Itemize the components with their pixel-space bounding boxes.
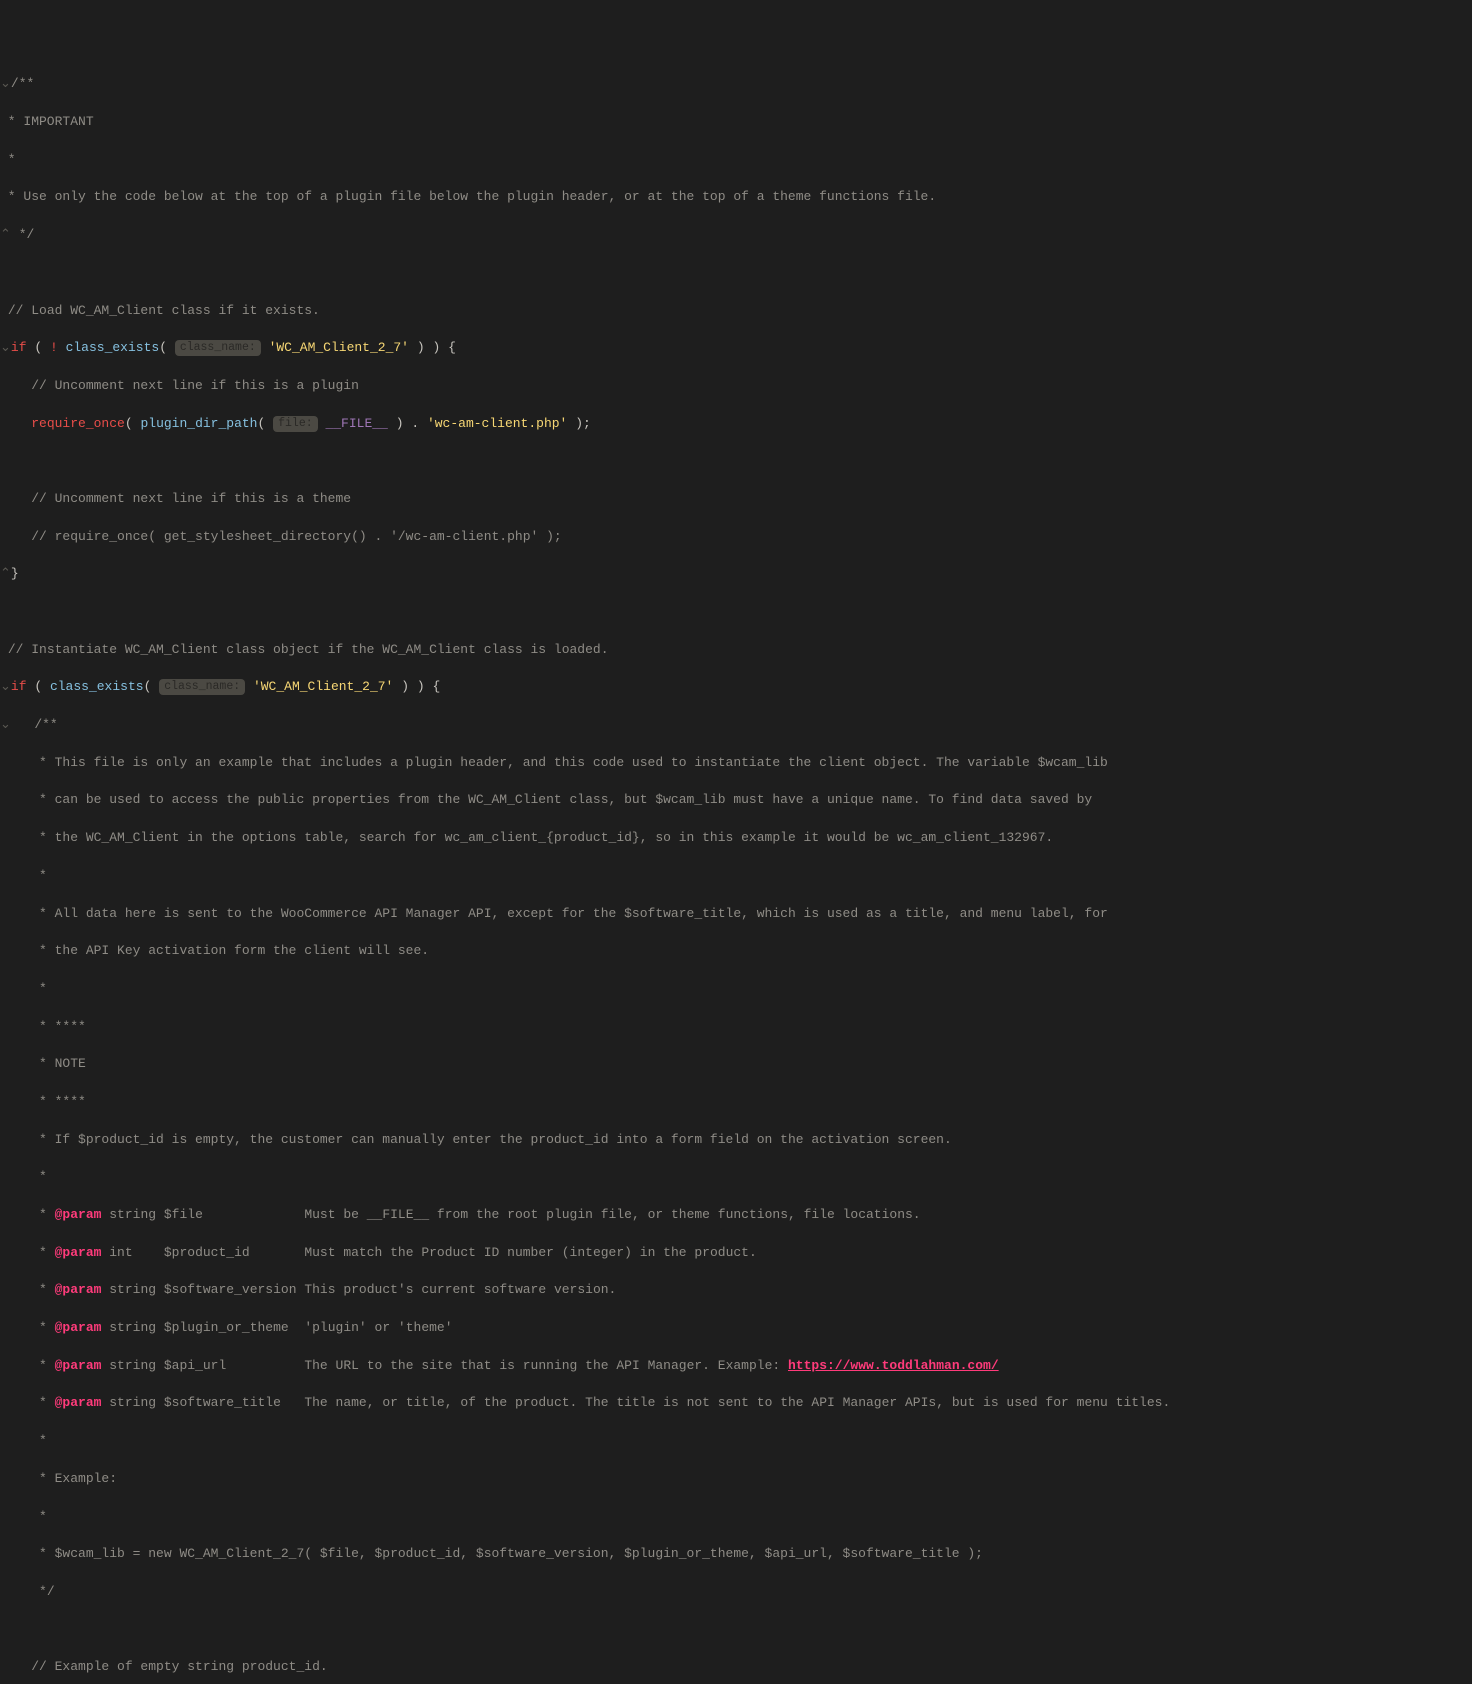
comment-text: * All data here is sent to the WooCommer…	[31, 906, 1108, 921]
param-tag: @param	[55, 1207, 102, 1222]
code-editor[interactable]: ⌄/** * IMPORTANT * * Use only the code b…	[0, 75, 1472, 1684]
string-literal: 'wc-am-client.php'	[427, 416, 567, 431]
comment-text: * ****	[31, 1094, 86, 1109]
param-name: $software_version	[164, 1282, 297, 1297]
param-name: $plugin_or_theme	[164, 1320, 297, 1335]
param-desc: The URL to the site that is running the …	[304, 1358, 788, 1373]
operator-not: !	[50, 340, 58, 355]
string-literal: 'WC_AM_Client_2_7'	[269, 340, 409, 355]
comment-text: * the WC_AM_Client in the options table,…	[31, 830, 1053, 845]
param-tag: @param	[55, 1245, 102, 1260]
comment-text: * Example:	[31, 1471, 117, 1486]
comment-text: *	[31, 981, 47, 996]
string-literal: 'WC_AM_Client_2_7'	[253, 679, 393, 694]
param-tag: @param	[55, 1282, 102, 1297]
comment-text: */	[11, 227, 34, 242]
comment-text: *	[31, 868, 47, 883]
comment-text: * This file is only an example that incl…	[31, 755, 1108, 770]
hint-class-name: class_name:	[175, 340, 261, 356]
comment-text: * Use only the code below at the top of …	[0, 189, 936, 204]
keyword-if: if	[11, 679, 27, 694]
param-tag: @param	[55, 1358, 102, 1373]
comment-line: // require_once( get_stylesheet_director…	[31, 529, 562, 544]
function-call: class_exists	[50, 679, 144, 694]
comment-text: */	[31, 1584, 54, 1599]
param-desc: Must match the Product ID number (intege…	[304, 1245, 756, 1260]
param-desc: Must be __FILE__ from the root plugin fi…	[304, 1207, 920, 1222]
comment-line: // Uncomment next line if this is a them…	[31, 491, 351, 506]
docblock: /**	[11, 76, 34, 91]
brace: {	[432, 679, 440, 694]
param-type: string	[109, 1207, 156, 1222]
comment-text: *	[0, 152, 16, 167]
comment-line: // Load WC_AM_Client class if it exists.	[8, 303, 320, 318]
hint-file: file:	[273, 416, 318, 432]
comment-line: // Uncomment next line if this is a plug…	[31, 378, 359, 393]
keyword-if: if	[11, 340, 27, 355]
const-file: __FILE__	[325, 416, 387, 431]
param-type: string	[109, 1395, 156, 1410]
comment-text: * IMPORTANT	[0, 114, 94, 129]
comment-text: *	[31, 1509, 47, 1524]
hint-class-name: class_name:	[159, 679, 245, 695]
comment-text: *	[31, 1169, 47, 1184]
function-call: plugin_dir_path	[140, 416, 257, 431]
function-call: class_exists	[66, 340, 160, 355]
param-type: string	[109, 1358, 156, 1373]
comment-text: * If $product_id is empty, the customer …	[31, 1132, 952, 1147]
comment-line: // Example of empty string product_id.	[31, 1659, 327, 1674]
comment-text: * NOTE	[31, 1056, 86, 1071]
param-desc: This product's current software version.	[304, 1282, 616, 1297]
url-link[interactable]: https://www.toddlahman.com/	[788, 1358, 999, 1373]
comment-text: * $wcam_lib = new WC_AM_Client_2_7( $fil…	[31, 1546, 983, 1561]
docblock: /**	[34, 717, 57, 732]
brace: }	[11, 566, 19, 581]
comment-text: * can be used to access the public prope…	[31, 792, 1092, 807]
brace: {	[448, 340, 456, 355]
param-desc: The name, or title, of the product. The …	[304, 1395, 1170, 1410]
comment-text: *	[31, 1433, 47, 1448]
comment-text: * the API Key activation form the client…	[31, 943, 429, 958]
param-type: int	[109, 1245, 156, 1260]
param-name: $api_url	[164, 1358, 297, 1373]
param-tag: @param	[55, 1320, 102, 1335]
param-desc: 'plugin' or 'theme'	[304, 1320, 452, 1335]
param-type: string	[109, 1282, 156, 1297]
param-tag: @param	[55, 1395, 102, 1410]
param-type: string	[109, 1320, 156, 1335]
param-name: $software_title	[164, 1395, 297, 1410]
keyword-require: require_once	[31, 416, 125, 431]
param-name: $product_id	[164, 1245, 297, 1260]
param-name: $file	[164, 1207, 297, 1222]
comment-text: * ****	[31, 1019, 86, 1034]
comment-line: // Instantiate WC_AM_Client class object…	[8, 642, 609, 657]
